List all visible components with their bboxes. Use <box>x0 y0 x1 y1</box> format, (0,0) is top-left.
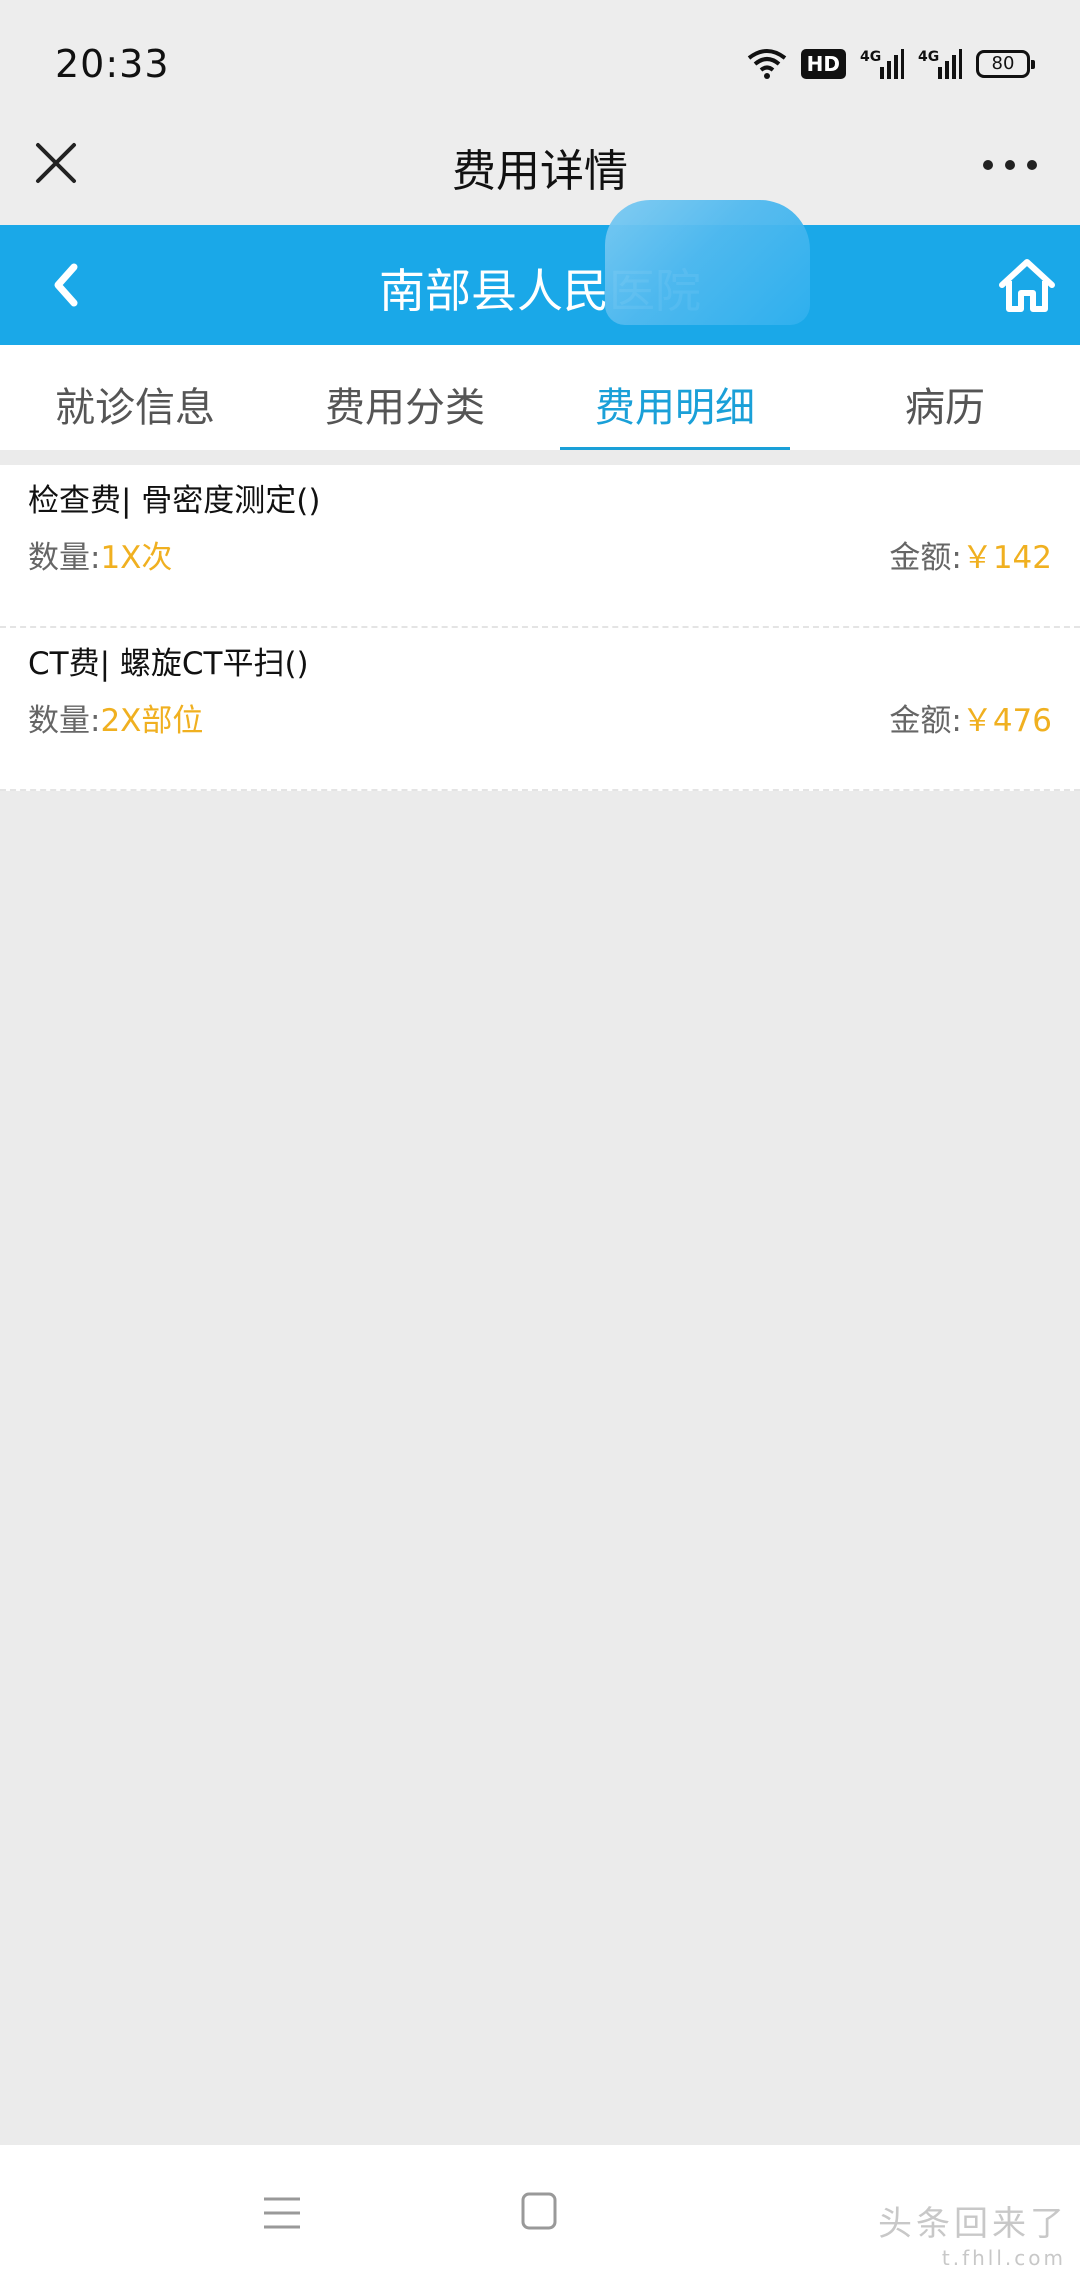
list-item[interactable]: 检查费| 骨密度测定() 数量:1X次 金额:￥142 <box>0 465 1080 628</box>
home-icon[interactable] <box>996 255 1058 315</box>
quantity-label: 数量: <box>28 703 101 739</box>
svg-text:4G: 4G <box>918 49 939 65</box>
watermark-url: t.fhll.com <box>941 2246 1066 2270</box>
menu-icon[interactable] <box>262 2193 302 2233</box>
hospital-name: 南部县人民医院 <box>379 264 701 318</box>
privacy-blur <box>605 200 810 325</box>
system-nav-bar: 头条回来了 t.fhll.com <box>0 2145 1080 2280</box>
tab-bar: 就诊信息 费用分类 费用明细 病历 <box>0 345 1080 450</box>
title-bar: 费用详情 <box>0 125 1080 225</box>
more-icon[interactable] <box>980 145 1040 185</box>
item-name: CT费| 螺旋CT平扫() <box>28 646 309 682</box>
status-icons: HD 4G 4G 80 <box>747 44 1035 84</box>
amount-label: 金额: <box>889 703 962 739</box>
hospital-header: 南部县人民医院 <box>0 225 1080 345</box>
item-quantity: 数量:1X次 <box>28 532 172 577</box>
status-time: 20:33 <box>55 42 170 86</box>
svg-text:4G: 4G <box>860 49 881 65</box>
item-name: 检查费| 骨密度测定() <box>28 483 321 519</box>
list-item[interactable]: CT费| 螺旋CT平扫() 数量:2X部位 金额:￥476 <box>0 628 1080 791</box>
quantity-label: 数量: <box>28 540 101 576</box>
item-quantity: 数量:2X部位 <box>28 695 203 740</box>
battery-icon: 80 <box>976 50 1035 78</box>
watermark-text: 头条回来了 <box>878 2204 1068 2244</box>
hd-badge: HD <box>800 49 846 79</box>
page-title: 费用详情 <box>452 146 628 197</box>
status-bar: 20:33 HD 4G 4G 80 <box>0 0 1080 125</box>
quantity-value: 2X部位 <box>100 703 204 739</box>
tab-fee-detail[interactable]: 费用明细 <box>540 345 810 450</box>
signal-4g-icon: 4G <box>860 47 904 81</box>
quantity-value: 1X次 <box>100 540 173 576</box>
signal-4g-plus-icon: 4G <box>918 47 962 81</box>
tab-medical-record[interactable]: 病历 <box>810 345 1080 450</box>
item-amount: 金额:￥142 <box>889 532 1052 577</box>
fee-list: 检查费| 骨密度测定() 数量:1X次 金额:￥142 CT费| 螺旋CT平扫(… <box>0 465 1080 791</box>
wifi-icon <box>747 48 787 80</box>
item-amount: 金额:￥476 <box>889 695 1052 740</box>
amount-value: ￥476 <box>961 703 1052 739</box>
home-square-icon[interactable] <box>520 2191 558 2231</box>
amount-label: 金额: <box>889 540 962 576</box>
tab-visit-info[interactable]: 就诊信息 <box>0 345 270 450</box>
tab-fee-category[interactable]: 费用分类 <box>270 345 540 450</box>
amount-value: ￥142 <box>961 540 1052 576</box>
